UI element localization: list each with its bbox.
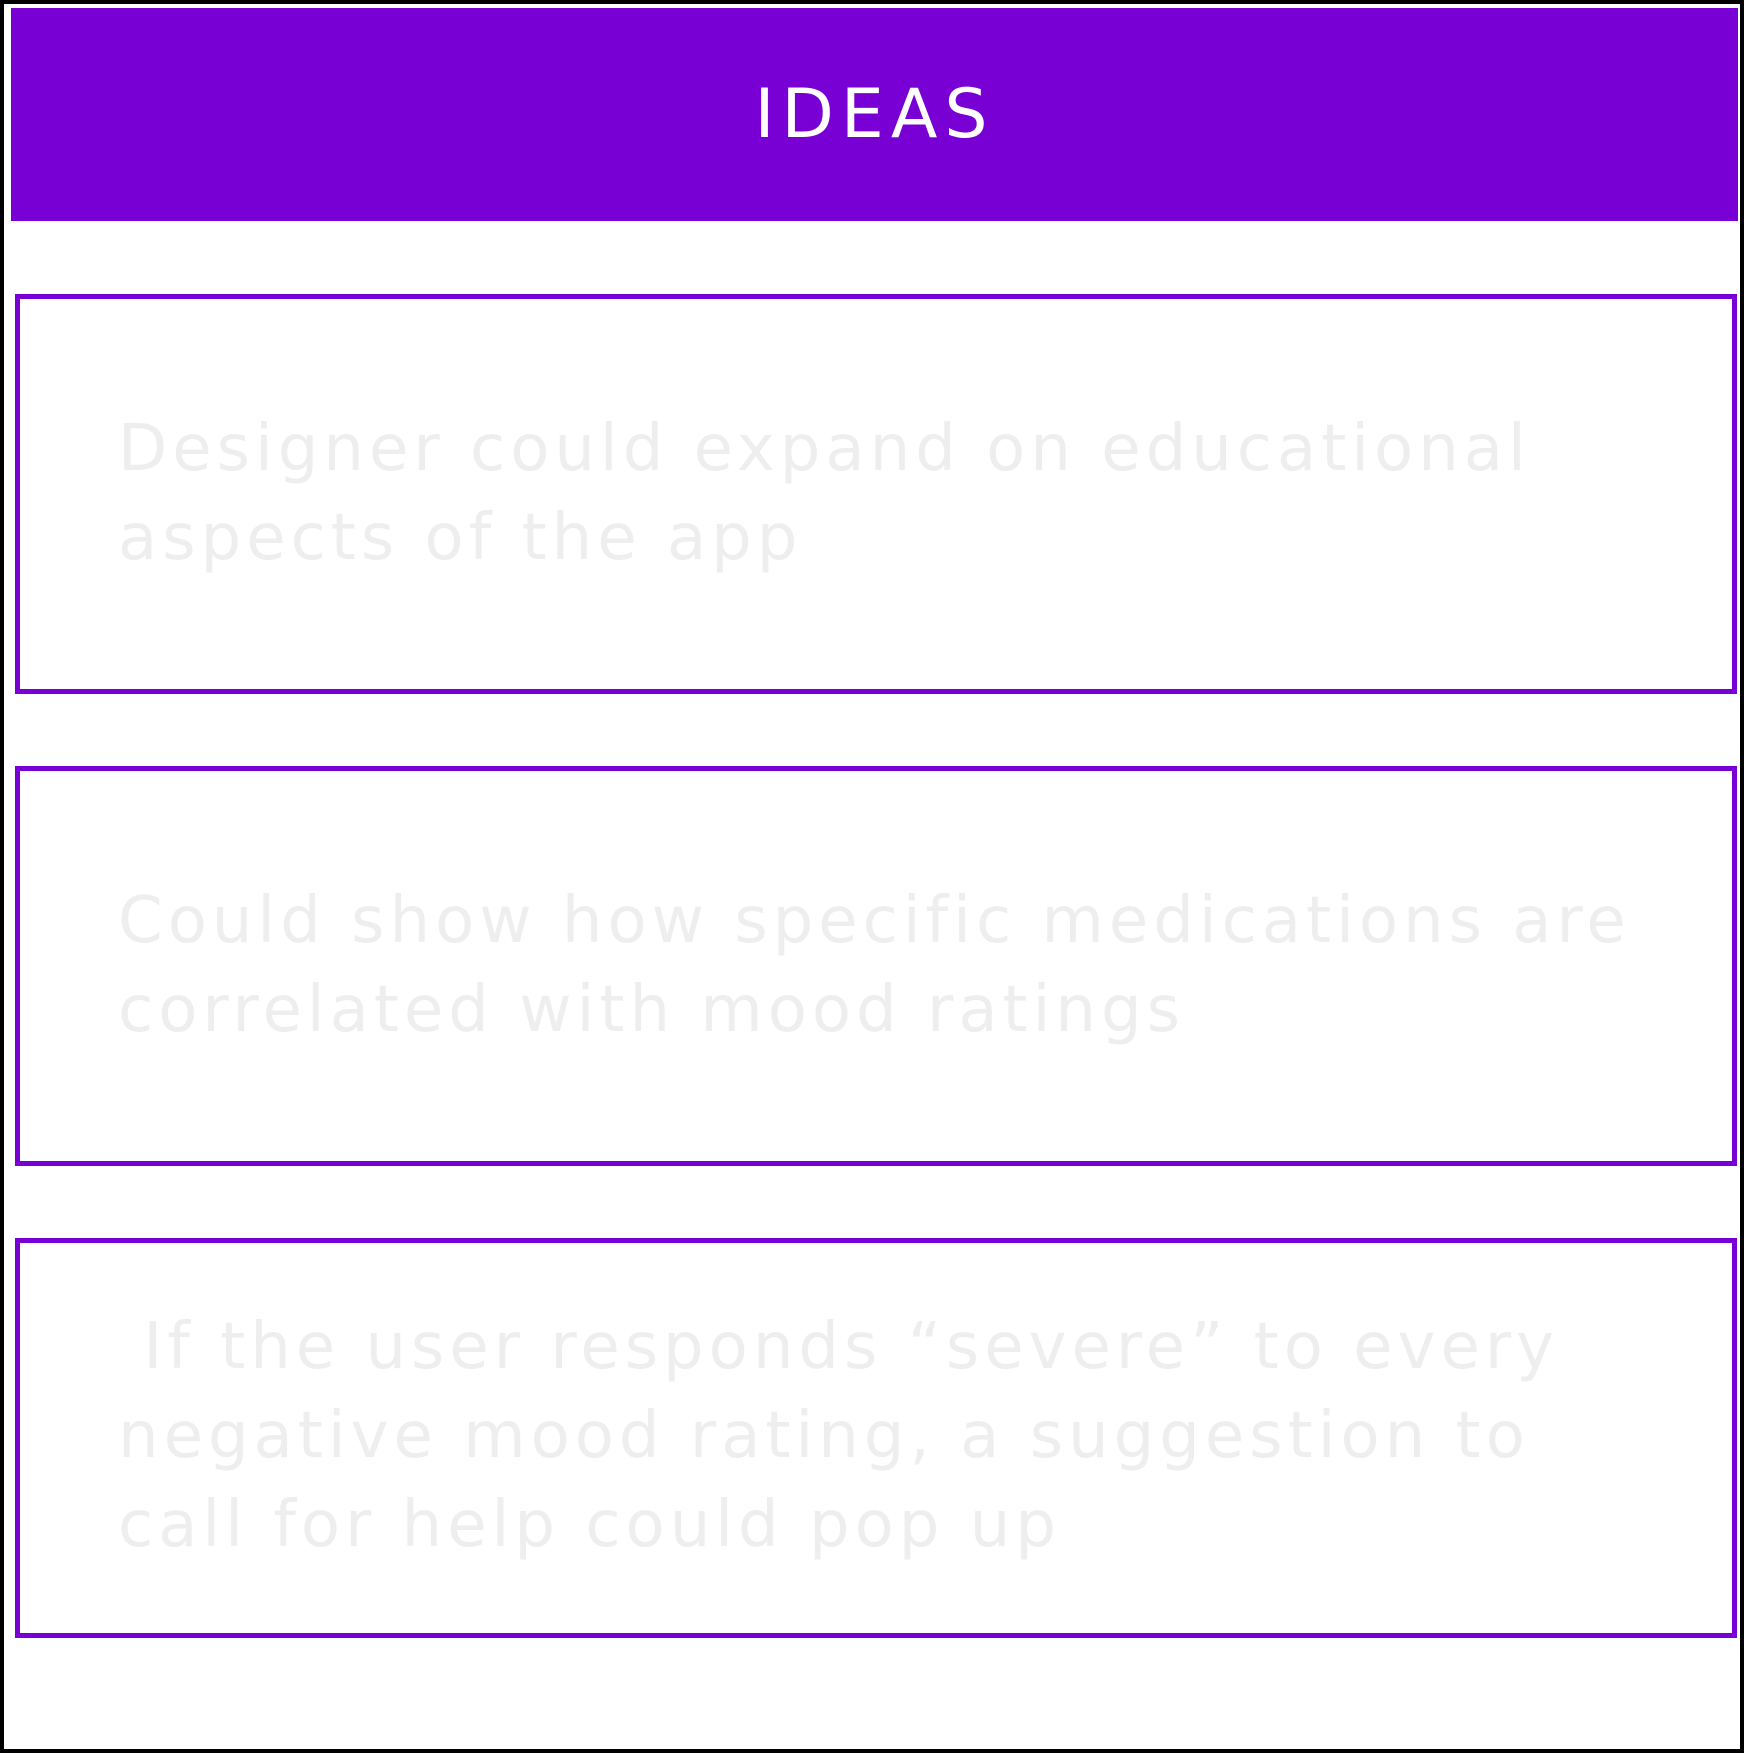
- idea-text-1: Designer could expand on educational asp…: [118, 412, 1531, 575]
- idea-card-1: Designer could expand on educational asp…: [15, 294, 1737, 694]
- ideas-board: IDEAS Designer could expand on education…: [0, 0, 1744, 1753]
- idea-card-3: If the user responds “severe” to every n…: [15, 1238, 1737, 1638]
- idea-card-2: Could show how specific medications are …: [15, 766, 1737, 1166]
- idea-text-2: Could show how specific medications are …: [118, 884, 1631, 1047]
- page-title: IDEAS: [754, 74, 995, 154]
- ideas-header: IDEAS: [11, 8, 1738, 221]
- idea-text-3: If the user responds “severe” to every n…: [118, 1310, 1559, 1562]
